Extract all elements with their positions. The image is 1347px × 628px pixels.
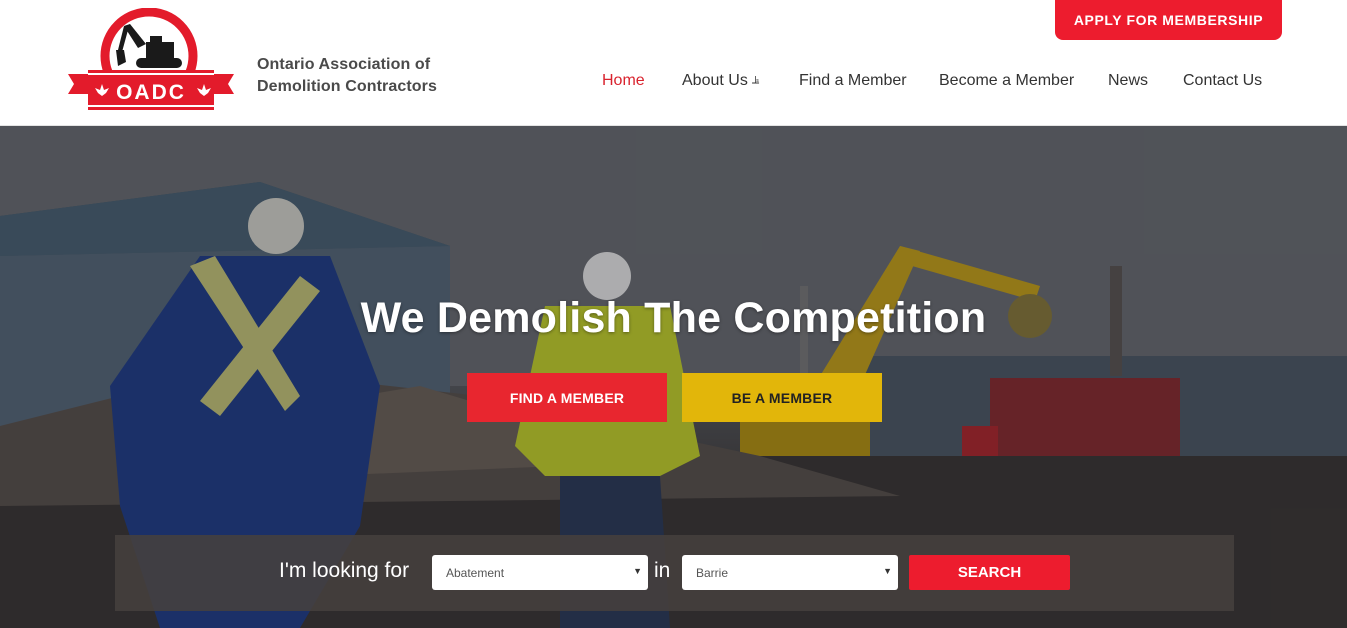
search-button[interactable]: SEARCH — [909, 555, 1070, 590]
search-label: I'm looking for — [279, 559, 410, 582]
organization-name: Ontario Association of Demolition Contra… — [257, 54, 437, 98]
member-search-bar: I'm looking for Abatement ▼ in Barrie ▼ … — [115, 535, 1234, 611]
org-name-line1: Ontario Association of — [257, 56, 431, 73]
nav-home[interactable]: Home — [602, 72, 645, 90]
apply-for-membership-button[interactable]: APPLY FOR MEMBERSHIP — [1055, 0, 1282, 40]
location-select-value: Barrie — [696, 566, 729, 580]
org-name-line2: Demolition Contractors — [257, 78, 437, 95]
double-chevron-down-icon: ⫡ — [751, 74, 760, 86]
nav-about-us[interactable]: About Us ⫡ — [682, 72, 759, 90]
select-arrow-icon: ▼ — [883, 566, 892, 576]
select-arrow-icon: ▼ — [633, 566, 642, 576]
location-select[interactable]: Barrie ▼ — [682, 555, 898, 590]
category-select[interactable]: Abatement ▼ — [432, 555, 648, 590]
nav-find-a-member[interactable]: Find a Member — [799, 72, 907, 90]
search-in-label: in — [654, 559, 671, 582]
nav-become-a-member[interactable]: Become a Member — [939, 72, 1074, 90]
hero-title: We Demolish The Competition — [360, 294, 987, 342]
category-select-value: Abatement — [446, 566, 505, 580]
be-a-member-button[interactable]: BE A MEMBER — [682, 373, 882, 422]
oadc-logo[interactable]: OADC — [66, 7, 236, 116]
hero-banner: We Demolish The Competition FIND A MEMBE… — [0, 126, 1347, 628]
nav-contact-us[interactable]: Contact Us — [1183, 72, 1262, 90]
find-a-member-button[interactable]: FIND A MEMBER — [467, 373, 667, 422]
logo-wordmark: OADC — [116, 81, 186, 104]
nav-news[interactable]: News — [1108, 72, 1148, 90]
site-header: OADC Ontario Association of Demolition C… — [0, 0, 1347, 126]
nav-about-us-label: About Us — [682, 72, 748, 89]
